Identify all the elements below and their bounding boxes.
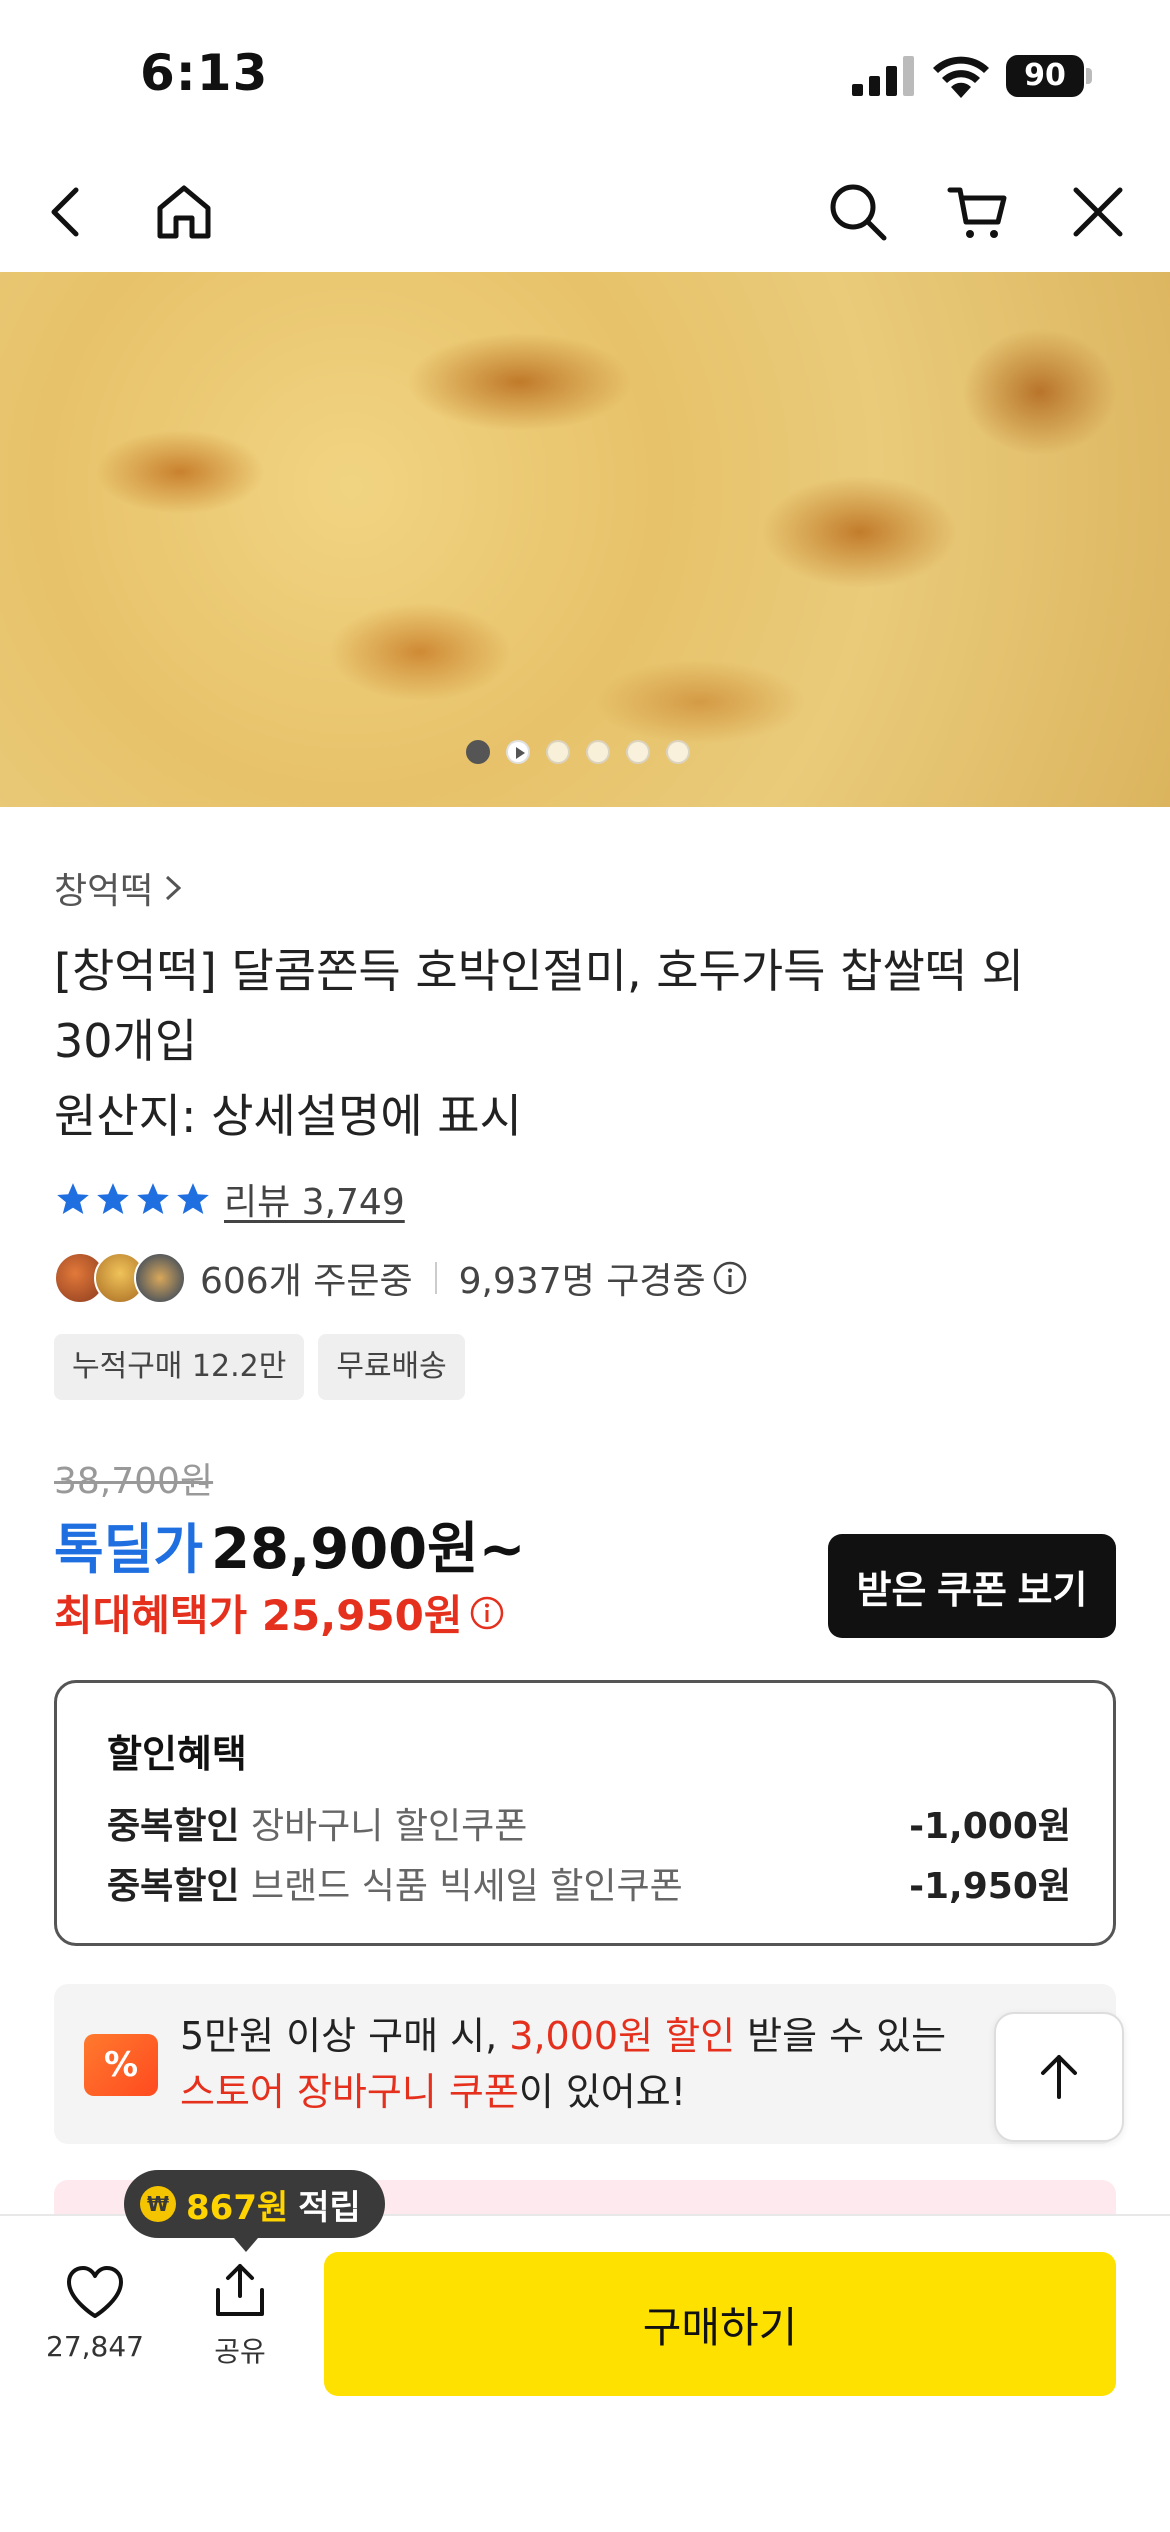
product-image-carousel[interactable]	[0, 272, 1170, 807]
arrow-up-icon	[1041, 2055, 1077, 2099]
cart-button[interactable]	[938, 172, 1018, 252]
close-button[interactable]	[1058, 172, 1138, 252]
discount-line: 중복할인 브랜드 식품 빅세일 할인쿠폰 -1,950원	[107, 1857, 1071, 1909]
close-icon	[1073, 187, 1123, 237]
share-icon	[216, 2264, 264, 2316]
max-benefit-row: 최대혜택가 25,950원	[54, 1582, 505, 1643]
order-status-row: 606개 주문중 9,937명 구경중	[54, 1248, 748, 1308]
points-amount: 867원	[186, 2187, 289, 2228]
carousel-dot[interactable]	[666, 740, 690, 764]
battery-icon: 90	[1006, 55, 1092, 97]
like-count: 27,847	[46, 2330, 144, 2363]
chevron-right-icon	[166, 875, 182, 901]
back-icon	[51, 187, 79, 237]
heart-icon	[67, 2266, 123, 2318]
battery-tip	[1086, 68, 1092, 84]
carousel-indicators	[466, 740, 690, 764]
max-benefit-price: 최대혜택가 25,950원	[54, 1591, 463, 1640]
rating-row: 리뷰 3,749	[54, 1174, 405, 1224]
home-icon	[157, 185, 211, 239]
nav-bar	[0, 150, 1170, 272]
star-icon	[177, 1183, 209, 1215]
discount-name: 장바구니 할인쿠폰	[250, 1806, 528, 1847]
info-icon[interactable]	[712, 1260, 748, 1296]
back-button[interactable]	[28, 172, 108, 252]
deal-price: 28,900원~	[211, 1517, 526, 1582]
brand-name: 창억떡	[54, 871, 154, 912]
share-button[interactable]: 공유	[190, 2260, 290, 2370]
star-icon	[57, 1183, 89, 1215]
status-bar: 6:13 90	[0, 0, 1170, 150]
cart-coupon-banner[interactable]: % 5만원 이상 구매 시, 3,000원 할인 받을 수 있는 스토어 장바구…	[54, 1984, 1116, 2144]
discount-amount: -1,950원	[909, 1866, 1071, 1907]
promo-text-part: 받을 수 있는	[735, 2014, 947, 2058]
promo-text: 5만원 이상 구매 시, 3,000원 할인 받을 수 있는 스토어 장바구니 …	[180, 2008, 1000, 2120]
search-icon	[830, 184, 887, 241]
like-button[interactable]: 27,847	[40, 2264, 150, 2363]
carousel-video-dot-icon[interactable]	[506, 740, 530, 764]
info-icon[interactable]	[469, 1595, 505, 1631]
carousel-dot[interactable]	[586, 740, 610, 764]
deal-price-row: 톡딜가 28,900원~	[54, 1504, 526, 1585]
discount-type: 중복할인	[107, 1806, 240, 1847]
carousel-dot[interactable]	[546, 740, 570, 764]
view-coupons-button[interactable]: 받은 쿠폰 보기	[828, 1534, 1116, 1638]
origin-info: 원산지: 상세설명에 표시	[54, 1089, 522, 1143]
cellular-signal-icon	[852, 56, 914, 96]
star-icon	[97, 1183, 129, 1215]
coupon-icon: %	[84, 2034, 158, 2096]
discount-benefits-box: 할인혜택 중복할인 장바구니 할인쿠폰 -1,000원 중복할인 브랜드 식품 …	[54, 1680, 1116, 1946]
orders-count: 606개 주문중	[200, 1261, 413, 1302]
product-badges: 누적구매 12.2만 무료배송	[54, 1334, 465, 1400]
discount-line: 중복할인 장바구니 할인쿠폰 -1,000원	[107, 1797, 1071, 1849]
buyer-avatars	[54, 1252, 186, 1304]
home-button[interactable]	[144, 172, 224, 252]
star-icon	[137, 1183, 169, 1215]
promo-text-part: 5만원 이상 구매 시,	[180, 2014, 510, 2058]
brand-link[interactable]: 창억떡	[54, 862, 185, 914]
coin-icon: ₩	[140, 2186, 176, 2222]
points-tooltip: ₩ 867원 적립	[124, 2170, 385, 2252]
badge-cumulative-purchases: 누적구매 12.2만	[54, 1334, 305, 1400]
cart-icon	[947, 187, 1007, 238]
promo-text-part: 이 있어요!	[518, 2070, 686, 2114]
share-label: 공유	[214, 2335, 266, 2368]
carousel-dot[interactable]	[626, 740, 650, 764]
deal-label: 톡딜가	[54, 1518, 204, 1581]
carousel-dot[interactable]	[466, 740, 490, 764]
status-time: 6:13	[140, 44, 269, 102]
wifi-icon	[933, 56, 989, 98]
promo-highlight: 3,000원 할인	[509, 2014, 736, 2058]
rating-stars	[54, 1180, 212, 1218]
bottom-action-bar: 27,847 공유 구매하기	[0, 2214, 1170, 2532]
avatar	[134, 1252, 186, 1304]
discount-type: 중복할인	[107, 1866, 240, 1907]
plate-rim	[0, 598, 332, 807]
discount-amount: -1,000원	[909, 1806, 1071, 1847]
points-suffix: 적립	[298, 2187, 361, 2228]
viewers-count: 9,937명 구경중	[458, 1261, 706, 1302]
review-link[interactable]: 리뷰 3,749	[224, 1173, 405, 1225]
badge-free-shipping: 무료배송	[318, 1334, 465, 1400]
battery-level: 90	[1006, 55, 1084, 97]
discount-name: 브랜드 식품 빅세일 할인쿠폰	[250, 1866, 683, 1907]
search-button[interactable]	[818, 172, 898, 252]
divider	[434, 1262, 437, 1294]
buy-button[interactable]: 구매하기	[324, 2252, 1116, 2396]
product-title: [창억떡] 달콤쫀득 호박인절미, 호두가득 찹쌀떡 외 30개입	[54, 944, 1025, 1068]
original-price: 38,700원	[54, 1461, 214, 1502]
scroll-to-top-button[interactable]	[994, 2012, 1124, 2142]
discount-title: 할인혜택	[107, 1732, 247, 1776]
promo-highlight: 스토어 장바구니 쿠폰	[180, 2070, 519, 2114]
